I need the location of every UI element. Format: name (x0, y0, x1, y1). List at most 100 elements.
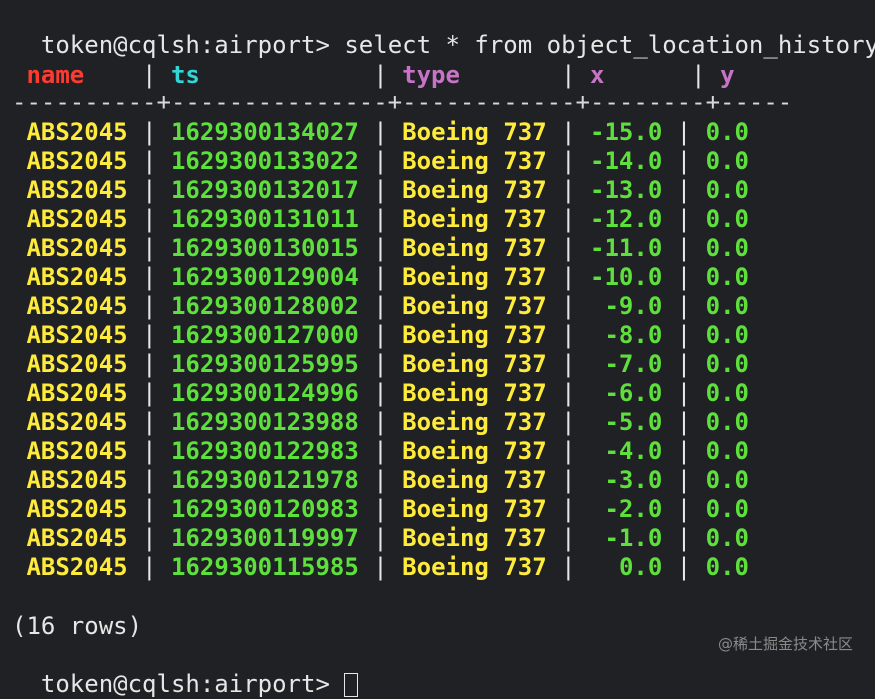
cell-type: Boeing 737 (402, 118, 547, 146)
table-row: ABS2045 | 1629300130015 | Boeing 737 | -… (26, 234, 749, 262)
cell-type: Boeing 737 (402, 263, 547, 291)
cell-x: -5.0 (604, 408, 663, 436)
cell-ts: 1629300131011 (170, 205, 359, 233)
cell-x: -12.0 (590, 205, 663, 233)
cell-y: 0.0 (705, 495, 749, 523)
watermark: @稀土掘金技术社区 (717, 635, 853, 653)
prompt-line[interactable]: token@cqlsh:airport> (12, 641, 359, 699)
cell-ts: 1629300130015 (170, 234, 359, 262)
table-row: ABS2045 | 1629300115985 | Boeing 737 | 0… (26, 553, 750, 581)
table-row: ABS2045 | 1629300128002 | Boeing 737 | -… (26, 292, 749, 320)
cell-type: Boeing 737 (402, 466, 547, 494)
cell-x: -14.0 (590, 147, 663, 175)
cursor-icon (344, 673, 359, 697)
table-row: ABS2045 | 1629300131011 | Boeing 737 | -… (26, 205, 749, 233)
prompt-text: token@cqlsh:airport> (40, 31, 345, 59)
cell-x: -7.0 (604, 350, 663, 378)
cell-ts: 1629300123988 (170, 408, 359, 436)
cell-type: Boeing 737 (402, 437, 547, 465)
cell-name: ABS2045 (26, 321, 128, 349)
cell-x: -8.0 (604, 321, 663, 349)
cell-ts: 1629300128002 (170, 292, 359, 320)
cell-name: ABS2045 (26, 524, 128, 552)
column-header-x: x (590, 61, 605, 89)
cell-name: ABS2045 (26, 437, 128, 465)
cell-type: Boeing 737 (402, 495, 547, 523)
table-row: ABS2045 | 1629300125995 | Boeing 737 | -… (26, 350, 749, 378)
cell-y: 0.0 (705, 234, 749, 262)
cell-y: 0.0 (705, 321, 749, 349)
cell-name: ABS2045 (26, 205, 128, 233)
cell-y: 0.0 (705, 524, 749, 552)
cell-ts: 1629300119997 (170, 524, 359, 552)
column-header-name: name (26, 61, 85, 89)
cell-name: ABS2045 (26, 379, 128, 407)
cell-name: ABS2045 (26, 176, 128, 204)
cell-y: 0.0 (705, 437, 749, 465)
cell-type: Boeing 737 (402, 379, 547, 407)
cell-name: ABS2045 (26, 408, 128, 436)
cell-x: 0.0 (618, 553, 663, 581)
cell-ts: 1629300120983 (170, 495, 359, 523)
cell-x: -4.0 (604, 437, 663, 465)
cell-x: -1.0 (604, 524, 663, 552)
table-row: ABS2045 | 1629300123988 | Boeing 737 | -… (26, 408, 749, 436)
cell-ts: 1629300133022 (170, 147, 359, 175)
cell-type: Boeing 737 (402, 553, 547, 581)
cell-type: Boeing 737 (402, 205, 547, 233)
cell-type: Boeing 737 (402, 350, 547, 378)
column-header-y: y (720, 61, 735, 89)
cell-type: Boeing 737 (402, 234, 547, 262)
cell-ts: 1629300129004 (170, 263, 359, 291)
table-row: ABS2045 | 1629300122983 | Boeing 737 | -… (26, 437, 749, 465)
cell-x: -15.0 (590, 118, 663, 146)
table-row: ABS2045 | 1629300132017 | Boeing 737 | -… (26, 176, 749, 204)
table-row: ABS2045 | 1629300127000 | Boeing 737 | -… (26, 321, 749, 349)
cell-name: ABS2045 (26, 466, 128, 494)
table-separator: ----------+---------------+------------+… (12, 88, 793, 116)
table-header: name | ts | type | x | y (26, 61, 735, 89)
cell-y: 0.0 (705, 147, 749, 175)
table-row: ABS2045 | 1629300120983 | Boeing 737 | -… (26, 495, 749, 523)
cell-x: -11.0 (590, 234, 663, 262)
command-line: token@cqlsh:airport> select * from objec… (12, 2, 875, 60)
cell-x: -3.0 (604, 466, 663, 494)
cell-y: 0.0 (705, 350, 749, 378)
cell-ts: 1629300134027 (170, 118, 359, 146)
cell-y: 0.0 (705, 553, 750, 581)
cell-y: 0.0 (705, 379, 749, 407)
column-header-ts: ts (170, 61, 200, 89)
cell-ts: 1629300132017 (170, 176, 359, 204)
cell-x: -13.0 (590, 176, 663, 204)
cell-x: -6.0 (604, 379, 663, 407)
table-row: ABS2045 | 1629300129004 | Boeing 737 | -… (26, 263, 749, 291)
cell-name: ABS2045 (26, 263, 128, 291)
cell-ts: 1629300125995 (170, 350, 359, 378)
rows-count: (16 rows) (12, 612, 143, 640)
cell-ts: 1629300124996 (170, 379, 359, 407)
command-text: select * from object_location_history; (344, 31, 875, 59)
cell-name: ABS2045 (26, 292, 128, 320)
cell-name: ABS2045 (26, 495, 128, 523)
cell-x: -2.0 (604, 495, 663, 523)
cell-y: 0.0 (705, 292, 749, 320)
cell-ts: 1629300122983 (170, 437, 359, 465)
cell-ts: 1629300115985 (170, 553, 359, 581)
table-row: ABS2045 | 1629300134027 | Boeing 737 | -… (26, 118, 749, 146)
cell-ts: 1629300127000 (170, 321, 359, 349)
cell-type: Boeing 737 (402, 321, 547, 349)
prompt-text: token@cqlsh:airport> (40, 670, 345, 698)
cell-y: 0.0 (705, 263, 749, 291)
cell-name: ABS2045 (26, 553, 128, 581)
cell-x: -10.0 (590, 263, 663, 291)
cell-name: ABS2045 (26, 350, 128, 378)
cell-name: ABS2045 (26, 147, 128, 175)
cell-type: Boeing 737 (402, 176, 547, 204)
cell-type: Boeing 737 (402, 524, 547, 552)
cell-name: ABS2045 (26, 118, 128, 146)
column-header-type: type (402, 61, 460, 89)
cell-y: 0.0 (705, 466, 749, 494)
cell-ts: 1629300121978 (170, 466, 359, 494)
cell-y: 0.0 (705, 408, 749, 436)
cell-type: Boeing 737 (402, 292, 547, 320)
